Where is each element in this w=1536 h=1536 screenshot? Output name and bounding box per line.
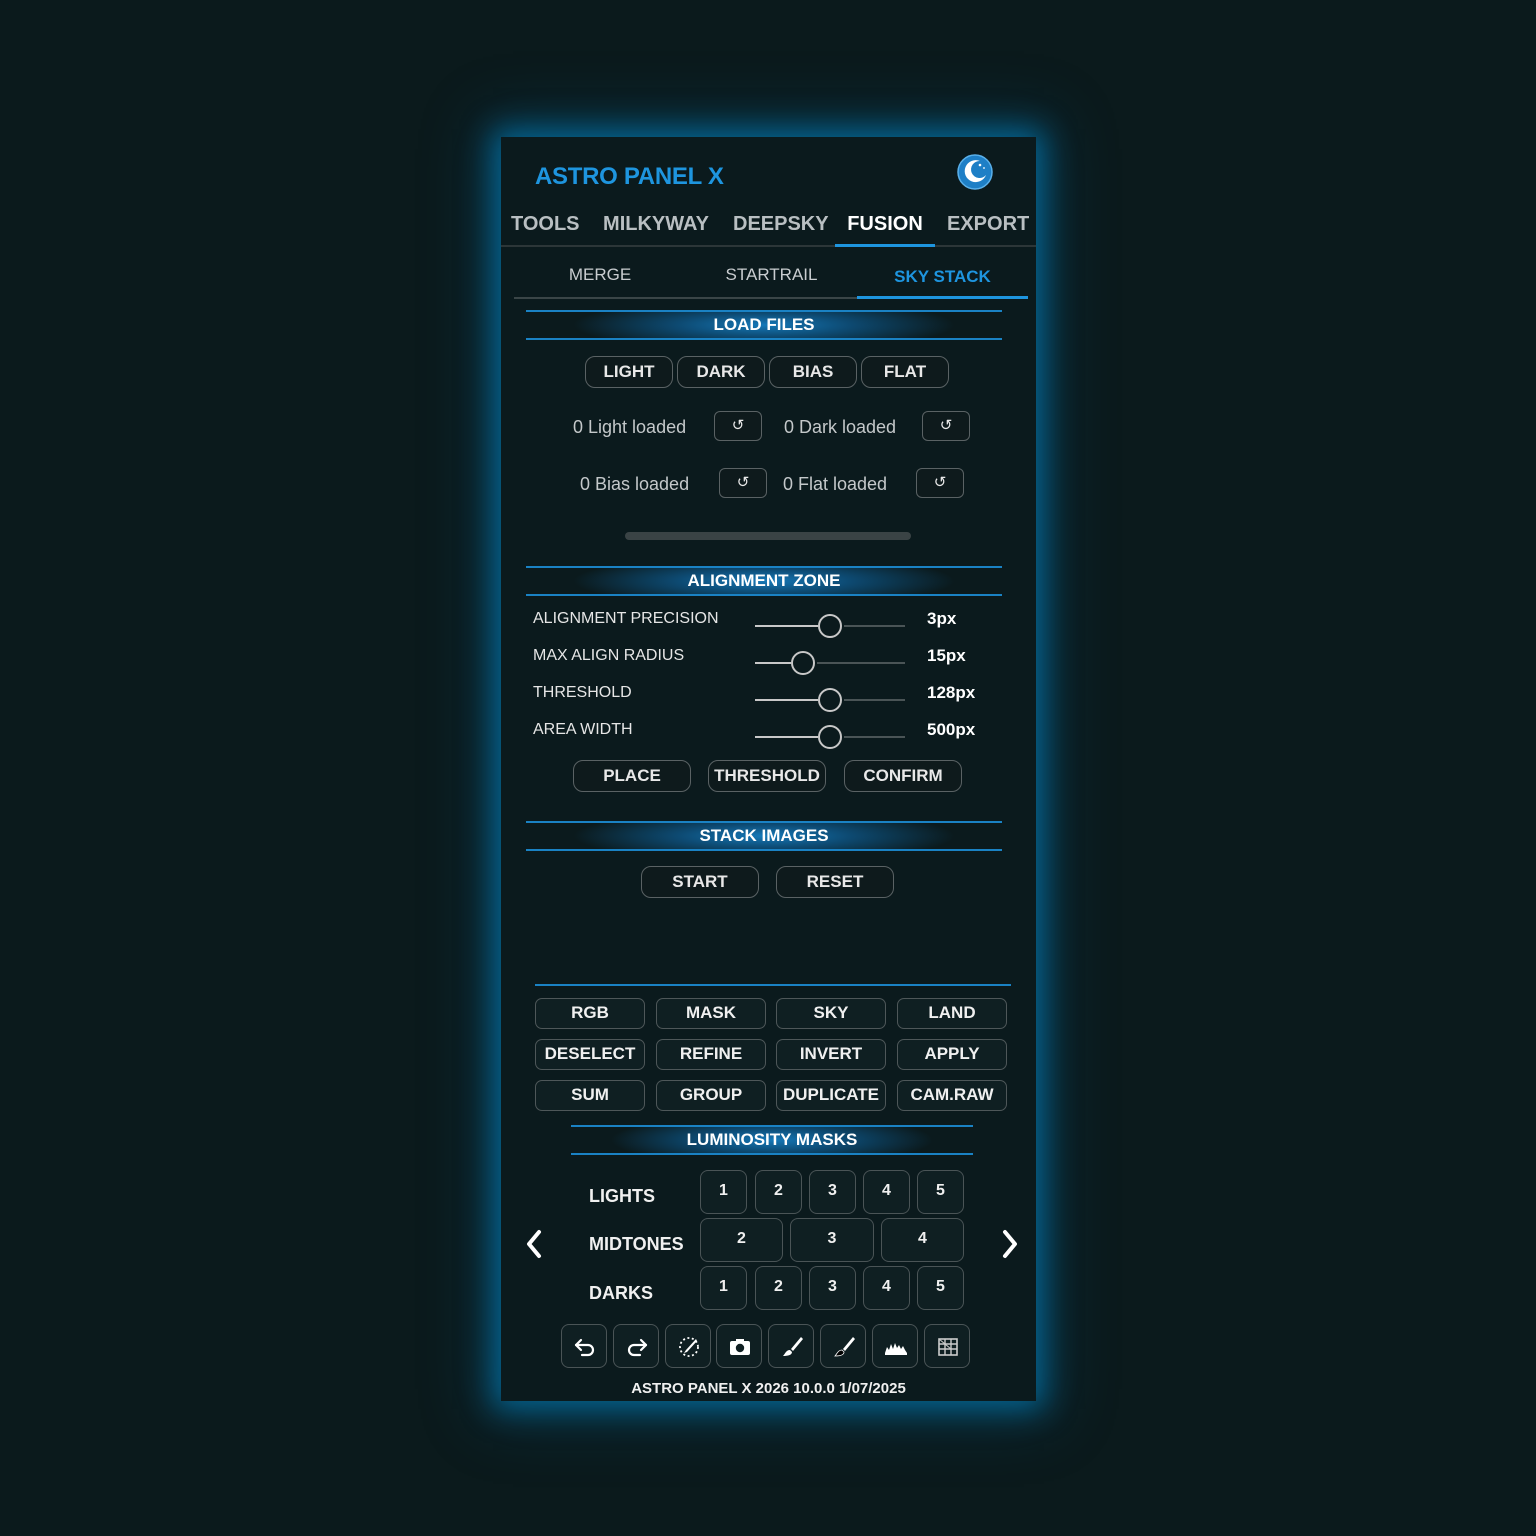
slider-track-filled [755, 699, 818, 701]
lights-label: LIGHTS [589, 1186, 655, 1206]
lights-mask-button[interactable]: 4 [863, 1170, 910, 1214]
slider-track[interactable] [844, 625, 905, 627]
place-button[interactable]: PLACE [573, 760, 691, 792]
midtones-mask-button[interactable]: 2 [700, 1218, 783, 1262]
tab-fusion[interactable]: FUSION [835, 213, 935, 247]
slider-value: 3px [927, 609, 957, 628]
darks-mask-button[interactable]: 1 [700, 1266, 747, 1310]
lights-mask-button[interactable]: 1 [700, 1170, 747, 1214]
light-button[interactable]: LIGHT [585, 356, 673, 388]
slider-thumb[interactable] [818, 688, 842, 712]
chevron-right-icon[interactable] [997, 1227, 1021, 1261]
slider-value: 128px [927, 683, 976, 702]
start-button[interactable]: START [641, 866, 759, 898]
slider-track[interactable] [844, 699, 905, 701]
tab-tools[interactable]: TOOLS [511, 213, 580, 247]
threshold-button[interactable]: THRESHOLD [708, 760, 826, 792]
slider-thumb[interactable] [791, 651, 815, 675]
darks-mask-button[interactable]: 4 [863, 1266, 910, 1310]
brush-black-icon[interactable] [820, 1324, 866, 1368]
dotted-brush-icon[interactable] [665, 1324, 711, 1368]
chevron-left-icon[interactable] [523, 1227, 547, 1261]
dark-loaded-status: 0 Dark loaded [784, 417, 897, 437]
load-files-header: LOAD FILES [526, 310, 1002, 340]
sub-tabs: MERGE STARTRAIL SKY STACK [514, 255, 1028, 299]
flat-button[interactable]: FLAT [861, 356, 949, 388]
reset-dark-button[interactable]: ↺ [922, 411, 970, 441]
darks-label: DARKS [589, 1283, 654, 1303]
deselect-button[interactable]: DESELECT [535, 1039, 645, 1070]
darks-mask-button[interactable]: 3 [809, 1266, 856, 1310]
darks-mask-button[interactable]: 2 [755, 1266, 802, 1310]
slider-thumb[interactable] [818, 725, 842, 749]
luminosity-masks-header: LUMINOSITY MASKS [571, 1125, 973, 1155]
group-button[interactable]: GROUP [656, 1080, 766, 1111]
divider [535, 984, 1011, 986]
slider-track-filled [755, 625, 818, 627]
slider-label: ALIGNMENT PRECISION [533, 610, 719, 627]
sum-button[interactable]: SUM [535, 1080, 645, 1111]
slider-value: 500px [927, 720, 976, 739]
darks-mask-button[interactable]: 5 [917, 1266, 964, 1310]
reset-button[interactable]: RESET [776, 866, 894, 898]
histogram-icon[interactable] [872, 1324, 918, 1368]
load-progress-bar [625, 532, 911, 540]
slider-label: AREA WIDTH [533, 721, 633, 738]
sky-button[interactable]: SKY [776, 998, 886, 1029]
redo-icon[interactable] [613, 1324, 659, 1368]
lights-mask-button[interactable]: 2 [755, 1170, 802, 1214]
flat-loaded-status: 0 Flat loaded [783, 474, 888, 494]
undo-icon[interactable] [561, 1324, 607, 1368]
midtones-mask-button[interactable]: 3 [790, 1218, 874, 1262]
slider-thumb[interactable] [818, 614, 842, 638]
refine-button[interactable]: REFINE [656, 1039, 766, 1070]
dark-button[interactable]: DARK [677, 356, 765, 388]
slider-value: 15px [927, 646, 966, 665]
subtab-sky-stack[interactable]: SKY STACK [857, 267, 1028, 299]
slider-track[interactable] [817, 662, 905, 664]
footer-version: ASTRO PANEL X 2026 10.0.0 1/07/2025 [631, 1380, 906, 1397]
slider-track-filled [755, 736, 818, 738]
land-button[interactable]: LAND [897, 998, 1007, 1029]
slider-label: MAX ALIGN RADIUS [533, 647, 685, 664]
slider-track[interactable] [844, 736, 905, 738]
brush-white-icon[interactable] [768, 1324, 814, 1368]
reset-bias-button[interactable]: ↺ [719, 468, 767, 498]
app-title: ASTRO PANEL X [535, 163, 724, 190]
moon-icon[interactable] [956, 153, 994, 191]
tab-deepsky[interactable]: DEEPSKY [733, 213, 829, 247]
main-tabs: TOOLS MILKYWAY DEEPSKY FUSION EXPORT [501, 209, 1036, 247]
midtones-mask-button[interactable]: 4 [881, 1218, 964, 1262]
camera-icon[interactable] [716, 1324, 762, 1368]
slider-label: THRESHOLD [533, 684, 632, 701]
midtones-label: MIDTONES [589, 1234, 684, 1254]
confirm-button[interactable]: CONFIRM [844, 760, 962, 792]
reset-light-button[interactable]: ↺ [714, 411, 762, 441]
tab-milkyway[interactable]: MILKYWAY [603, 213, 709, 247]
astro-panel: ASTRO PANEL X TOOLS MILKYWAY DEEPSKY FUS… [501, 137, 1036, 1401]
bias-button[interactable]: BIAS [769, 356, 857, 388]
alignment-zone-header: ALIGNMENT ZONE [526, 566, 1002, 596]
light-loaded-status: 0 Light loaded [573, 417, 687, 437]
bias-loaded-status: 0 Bias loaded [580, 474, 690, 494]
grid-icon[interactable] [924, 1324, 970, 1368]
reset-flat-button[interactable]: ↺ [916, 468, 964, 498]
camraw-button[interactable]: CAM.RAW [897, 1080, 1007, 1111]
apply-button[interactable]: APPLY [897, 1039, 1007, 1070]
lights-mask-button[interactable]: 3 [809, 1170, 856, 1214]
lights-mask-button[interactable]: 5 [917, 1170, 964, 1214]
tab-export[interactable]: EXPORT [947, 213, 1029, 247]
stack-images-header: STACK IMAGES [526, 821, 1002, 851]
subtab-merge[interactable]: MERGE [554, 265, 646, 299]
slider-track-filled [755, 662, 791, 664]
subtab-startrail[interactable]: STARTRAIL [714, 265, 829, 299]
duplicate-button[interactable]: DUPLICATE [776, 1080, 886, 1111]
rgb-button[interactable]: RGB [535, 998, 645, 1029]
invert-button[interactable]: INVERT [776, 1039, 886, 1070]
mask-button[interactable]: MASK [656, 998, 766, 1029]
